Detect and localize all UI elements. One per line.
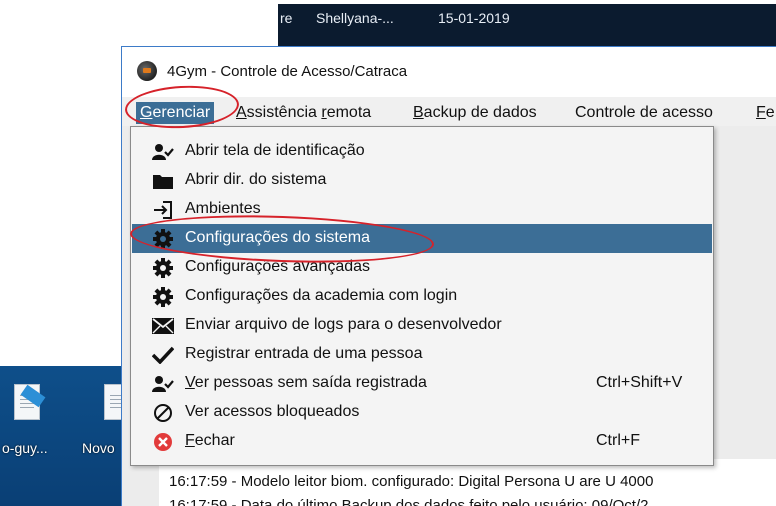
menu-item-label: Fechar <box>185 432 235 449</box>
envelope-icon <box>152 315 174 337</box>
desktop-icon-label: Novo <box>82 440 115 456</box>
menu-item-configuracoes-sistema[interactable]: Configurações do sistema <box>132 224 712 253</box>
menu-item-registrar-entrada[interactable]: Registrar entrada de uma pessoa <box>132 340 712 369</box>
menu-item-ver-pessoas-sem-saida[interactable]: Ver pessoas sem saída registrada Ctrl+Sh… <box>132 369 712 398</box>
menu-assistencia-remota[interactable]: Assistência remota <box>232 102 375 124</box>
menu-item-ver-acessos-bloqueados[interactable]: Ver acessos bloqueados <box>132 398 712 427</box>
taskbar: re Shellyana-... 15-01-2019 <box>278 4 776 48</box>
menu-item-label: Abrir tela de identificação <box>185 142 365 159</box>
gear-icon <box>152 286 174 308</box>
desktop: o-guy... Novo <box>0 366 130 506</box>
log-line: 16:17:59 - Modelo leitor biom. configura… <box>169 473 654 490</box>
gear-icon <box>152 228 174 250</box>
menu-backup-de-dados[interactable]: Backup de dados <box>409 102 541 124</box>
menu-item-ambientes[interactable]: Ambientes <box>132 195 712 224</box>
menu-item-label: Ver pessoas sem saída registrada <box>185 374 427 391</box>
menu-item-abrir-tela-identificacao[interactable]: Abrir tela de identificação <box>132 137 712 166</box>
menu-item-fechar[interactable]: Fechar Ctrl+F <box>132 427 712 456</box>
menu-item-label: Ambientes <box>185 200 261 217</box>
desktop-icon-label: o-guy... <box>2 440 48 456</box>
taskbar-item[interactable]: re <box>280 10 292 26</box>
taskbar-item-date[interactable]: 15-01-2019 <box>438 10 510 26</box>
gerenciar-dropdown-menu: Abrir tela de identificação Abrir dir. d… <box>130 126 714 466</box>
log-line: 16:17:59 - Data do último Backup dos dad… <box>169 497 649 506</box>
menu-item-label: Abrir dir. do sistema <box>185 171 327 188</box>
check-icon <box>152 344 174 366</box>
user-check-icon <box>152 373 174 395</box>
menu-item-configuracoes-avancadas[interactable]: Configurações avançadas <box>132 253 712 282</box>
menu-fe[interactable]: Fe <box>752 102 776 124</box>
menu-item-abrir-dir-sistema[interactable]: Abrir dir. do sistema <box>132 166 712 195</box>
blocked-icon <box>152 402 174 424</box>
menu-item-label: Configurações avançadas <box>185 258 371 275</box>
menu-item-configuracoes-academia[interactable]: Configurações da academia com login <box>132 282 712 311</box>
gear-icon <box>152 257 174 279</box>
menu-item-label: Configurações da academia com login <box>185 287 458 304</box>
log-panel: 16:17:59 - Modelo leitor biom. configura… <box>159 459 776 506</box>
menu-gerenciar[interactable]: Gerenciar <box>136 102 215 124</box>
taskbar-item-user[interactable]: Shellyana-... <box>316 10 394 26</box>
app-logo-icon <box>137 61 157 81</box>
titlebar[interactable]: 4Gym - Controle de Acesso/Catraca <box>122 47 776 97</box>
menu-item-enviar-logs[interactable]: Enviar arquivo de logs para o desenvolve… <box>132 311 712 340</box>
sign-in-icon <box>152 199 174 221</box>
menu-item-shortcut: Ctrl+F <box>596 432 640 449</box>
user-check-icon <box>152 141 174 163</box>
menu-item-label: Ver acessos bloqueados <box>185 403 360 420</box>
window-title: 4Gym - Controle de Acesso/Catraca <box>167 63 408 80</box>
menu-item-shortcut: Ctrl+Shift+V <box>596 374 683 391</box>
menu-controle-de-acesso[interactable]: Controle de acesso <box>571 102 717 124</box>
menu-item-label: Registrar entrada de uma pessoa <box>185 345 423 362</box>
menubar: Gerenciar Assistência remota Backup de d… <box>122 98 776 126</box>
menu-item-label: Enviar arquivo de logs para o desenvolve… <box>185 316 502 333</box>
menu-item-label: Configurações do sistema <box>185 229 370 246</box>
close-circle-icon <box>152 431 174 453</box>
folder-icon <box>152 170 174 192</box>
